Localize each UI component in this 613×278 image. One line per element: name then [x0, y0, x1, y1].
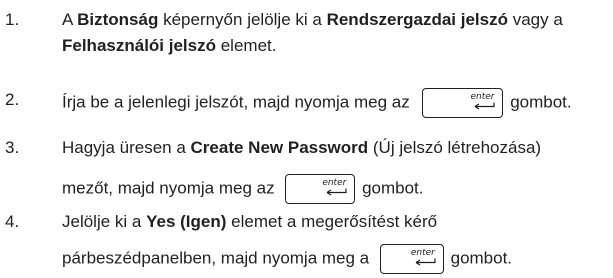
field-name: Create New Password [190, 138, 369, 157]
step-number: 2. [5, 90, 20, 109]
option-yes: Yes (Igen) [146, 212, 227, 231]
option-admin-password: Rendszergazdai jelszó [326, 10, 508, 29]
step-3-line-2: mezőt, majd nyomja meg az enter gombot. [62, 174, 424, 204]
enter-key: enter [285, 174, 356, 204]
step-1-line-2: Felhasználói jelszó elemet. [62, 36, 277, 55]
step-number: 4. [5, 212, 20, 231]
enter-key-label: enter [410, 248, 435, 258]
option-user-password: Felhasználói jelszó [62, 36, 216, 55]
step-4-line-1: Jelölje ki a Yes (Igen) elemet a megerős… [62, 212, 438, 231]
enter-return-arrow-icon [415, 258, 436, 266]
enter-key-label: enter [470, 92, 495, 102]
step-1-line-1: A Biztonság képernyőn jelölje ki a Rends… [62, 10, 563, 29]
enter-key: enter [379, 244, 444, 274]
enter-return-arrow-icon [327, 188, 347, 196]
step-3-line-1: Hagyja üresen a Create New Password (Új … [62, 138, 542, 157]
enter-return-arrow-icon [475, 102, 496, 110]
step-2-line-1: Írja be a jelenlegi jelszót, majd nyomja… [62, 88, 572, 118]
enter-key-label: enter [322, 178, 347, 188]
screen-name: Biztonság [77, 10, 159, 29]
enter-key: enter [422, 88, 504, 118]
step-4-line-2: párbeszédpanelben, majd nyomja meg a ent… [62, 244, 512, 274]
step-number: 3. [5, 138, 20, 157]
step-number: 1. [5, 10, 20, 29]
